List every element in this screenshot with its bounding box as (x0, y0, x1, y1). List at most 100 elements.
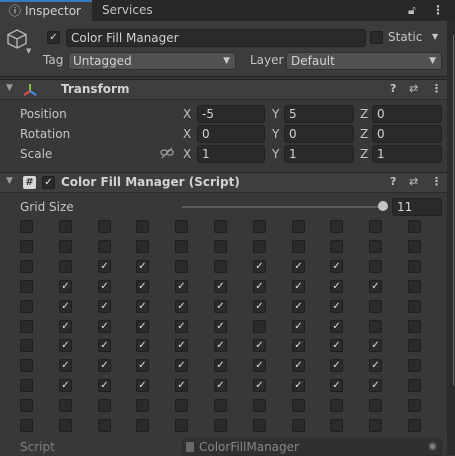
grid-cell-toggle[interactable]: ✓ (98, 339, 111, 352)
grid-cell-toggle[interactable] (330, 399, 343, 412)
position-y-field[interactable]: 5 (284, 105, 354, 123)
grid-cell-toggle[interactable] (59, 240, 72, 253)
grid-cell-toggle[interactable] (20, 339, 33, 352)
grid-cell-toggle[interactable] (369, 320, 382, 333)
grid-cell-toggle[interactable] (408, 339, 421, 352)
preset-icon[interactable]: ⇄ (409, 82, 418, 95)
grid-cell-toggle[interactable]: ✓ (253, 280, 266, 293)
grid-cell-toggle[interactable]: ✓ (136, 320, 149, 333)
grid-cell-toggle[interactable] (408, 379, 421, 392)
grid-cell-toggle[interactable]: ✓ (253, 359, 266, 372)
grid-cell-toggle[interactable] (136, 399, 149, 412)
grid-cell-toggle[interactable] (136, 220, 149, 233)
grid-cell-toggle[interactable]: ✓ (292, 359, 305, 372)
grid-cell-toggle[interactable] (59, 399, 72, 412)
grid-cell-toggle[interactable] (408, 260, 421, 273)
grid-cell-toggle[interactable]: ✓ (330, 339, 343, 352)
transform-header[interactable]: ▼ Transform ? ⇄ ⋮ (0, 79, 447, 100)
grid-cell-toggle[interactable] (408, 280, 421, 293)
grid-cell-toggle[interactable] (292, 419, 305, 432)
grid-cell-toggle[interactable] (175, 260, 188, 273)
grid-cell-toggle[interactable]: ✓ (369, 280, 382, 293)
grid-cell-toggle[interactable] (98, 419, 111, 432)
grid-cell-toggle[interactable] (369, 260, 382, 273)
grid-cell-toggle[interactable] (214, 220, 227, 233)
grid-cell-toggle[interactable]: ✓ (175, 379, 188, 392)
grid-cell-toggle[interactable]: ✓ (330, 300, 343, 313)
grid-cell-toggle[interactable]: ✓ (214, 379, 227, 392)
grid-cell-toggle[interactable] (292, 220, 305, 233)
grid-cell-toggle[interactable] (59, 419, 72, 432)
grid-cell-toggle[interactable]: ✓ (330, 280, 343, 293)
grid-cell-toggle[interactable] (408, 419, 421, 432)
grid-cell-toggle[interactable]: ✓ (369, 359, 382, 372)
grid-cell-toggle[interactable] (98, 220, 111, 233)
grid-cell-toggle[interactable] (369, 300, 382, 313)
foldout-arrow-icon[interactable]: ▼ (6, 83, 13, 93)
help-icon[interactable]: ? (390, 82, 396, 95)
grid-cell-toggle[interactable]: ✓ (98, 359, 111, 372)
active-toggle[interactable]: ✓ (47, 31, 60, 44)
grid-cell-toggle[interactable] (20, 359, 33, 372)
grid-cell-toggle[interactable] (20, 220, 33, 233)
grid-cell-toggle[interactable] (20, 320, 33, 333)
grid-cell-toggle[interactable] (59, 260, 72, 273)
cube-icon[interactable] (6, 28, 28, 50)
foldout-arrow-icon[interactable]: ▼ (6, 176, 13, 186)
grid-cell-toggle[interactable] (214, 260, 227, 273)
help-icon[interactable]: ? (390, 175, 396, 188)
grid-cell-toggle[interactable]: ✓ (98, 300, 111, 313)
kebab-menu-icon[interactable]: ⋮ (432, 3, 444, 17)
grid-size-slider-track[interactable] (182, 206, 386, 208)
grid-cell-toggle[interactable] (214, 399, 227, 412)
grid-cell-toggle[interactable]: ✓ (59, 379, 72, 392)
grid-cell-toggle[interactable] (408, 220, 421, 233)
grid-cell-toggle[interactable]: ✓ (253, 339, 266, 352)
grid-cell-toggle[interactable]: ✓ (292, 320, 305, 333)
grid-cell-toggle[interactable] (330, 220, 343, 233)
grid-cell-toggle[interactable] (330, 240, 343, 253)
grid-cell-toggle[interactable]: ✓ (253, 300, 266, 313)
scrollbar[interactable] (447, 21, 455, 455)
grid-cell-toggle[interactable] (175, 240, 188, 253)
grid-cell-toggle[interactable]: ✓ (292, 260, 305, 273)
grid-cell-toggle[interactable]: ✓ (59, 280, 72, 293)
grid-cell-toggle[interactable]: ✓ (292, 379, 305, 392)
grid-cell-toggle[interactable] (20, 300, 33, 313)
grid-cell-toggle[interactable]: ✓ (330, 320, 343, 333)
grid-cell-toggle[interactable]: ✓ (292, 280, 305, 293)
position-z-field[interactable]: 0 (372, 105, 442, 123)
tab-inspector[interactable]: ⓘ Inspector (0, 0, 92, 21)
component-enabled-toggle[interactable]: ✓ (42, 176, 55, 189)
grid-cell-toggle[interactable] (253, 419, 266, 432)
grid-cell-toggle[interactable]: ✓ (136, 280, 149, 293)
grid-cell-toggle[interactable]: ✓ (98, 320, 111, 333)
grid-cell-toggle[interactable]: ✓ (330, 379, 343, 392)
grid-cell-toggle[interactable] (214, 240, 227, 253)
grid-cell-toggle[interactable]: ✓ (98, 260, 111, 273)
grid-cell-toggle[interactable] (20, 280, 33, 293)
grid-cell-toggle[interactable]: ✓ (292, 300, 305, 313)
tag-dropdown[interactable]: Untagged ▼ (68, 52, 236, 70)
grid-cell-toggle[interactable] (136, 240, 149, 253)
grid-cell-toggle[interactable]: ✓ (136, 379, 149, 392)
grid-cell-toggle[interactable] (20, 419, 33, 432)
grid-cell-toggle[interactable]: ✓ (214, 280, 227, 293)
grid-cell-toggle[interactable] (175, 399, 188, 412)
script-object-field[interactable]: ColorFillManager ◉ (182, 438, 442, 456)
object-picker-icon[interactable]: ◉ (428, 439, 437, 455)
grid-cell-toggle[interactable]: ✓ (330, 359, 343, 372)
grid-cell-toggle[interactable] (408, 320, 421, 333)
grid-cell-toggle[interactable] (369, 399, 382, 412)
grid-cell-toggle[interactable] (175, 419, 188, 432)
rotation-z-field[interactable]: 0 (372, 125, 442, 143)
grid-cell-toggle[interactable]: ✓ (214, 320, 227, 333)
grid-cell-toggle[interactable]: ✓ (214, 300, 227, 313)
grid-cell-toggle[interactable] (59, 220, 72, 233)
rotation-x-field[interactable]: 0 (197, 125, 265, 143)
grid-cell-toggle[interactable]: ✓ (175, 320, 188, 333)
grid-cell-toggle[interactable] (369, 419, 382, 432)
grid-cell-toggle[interactable]: ✓ (214, 359, 227, 372)
grid-cell-toggle[interactable] (369, 220, 382, 233)
grid-size-field[interactable]: 11 (392, 198, 442, 216)
